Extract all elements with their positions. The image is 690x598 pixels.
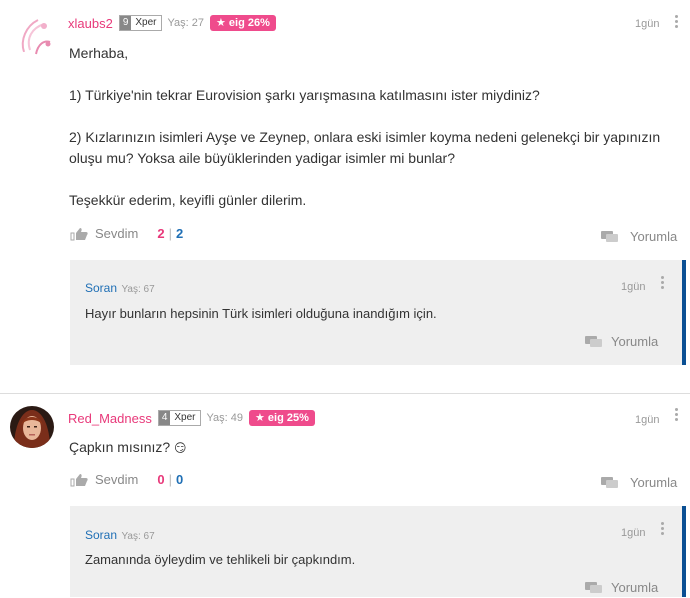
avatar-illustration: [21, 19, 51, 55]
username[interactable]: Red_Madness: [68, 411, 152, 426]
like-count: 0: [157, 472, 165, 487]
reply-author[interactable]: Soran: [85, 281, 117, 295]
like-area: Sevdim 0 | 0: [70, 472, 183, 487]
count-separator: |: [168, 472, 172, 487]
more-options-icon[interactable]: [661, 522, 665, 537]
post-header: Red_Madness 4 Xper Yaş: 49 ★ eig 25%: [68, 409, 315, 427]
like-count: 2: [157, 226, 165, 241]
thumbs-up-icon[interactable]: [70, 227, 90, 241]
reply-comment-button[interactable]: Yorumla: [584, 334, 658, 349]
smirk-emoji-icon: 😏: [174, 441, 187, 455]
post-time: 1gün: [635, 18, 660, 30]
comment-label: Yorumla: [611, 334, 659, 349]
comment-label: Yorumla: [611, 580, 659, 595]
comment-icon: [600, 230, 620, 244]
comment-button[interactable]: Yorumla: [600, 475, 677, 490]
comment-icon: [584, 335, 604, 349]
reply-text: Zamanında öyleydim ve tehlikeli bir çapk…: [85, 552, 356, 567]
avatar-red-madness[interactable]: [10, 406, 54, 448]
reply-author[interactable]: Soran: [85, 528, 117, 542]
like-area: Sevdim 2 | 2: [70, 226, 183, 241]
post-paragraph: Teşekkür ederim, keyifli günler dilerim.: [69, 192, 307, 208]
post-time: 1gün: [635, 414, 660, 426]
post-paragraph: Merhaba,: [69, 45, 129, 61]
post-paragraph: 1) Türkiye'nin tekrar Eurovision şarkı y…: [69, 87, 540, 103]
thumbs-up-icon[interactable]: [70, 473, 90, 487]
comment-label: Yorumla: [630, 229, 678, 244]
post-text-content: Çapkın mısınız?: [69, 439, 171, 455]
like-button[interactable]: Sevdim: [95, 226, 138, 241]
eig-badge: ★ eig 26%: [210, 15, 276, 31]
reply-comment-button[interactable]: Yorumla: [584, 580, 658, 595]
post-header: xlaubs2 9 Xper Yaş: 27 ★ eig 26%: [68, 14, 276, 32]
helpful-count: 0: [175, 472, 184, 487]
more-options-icon[interactable]: [661, 276, 665, 291]
comment-label: Yorumla: [630, 475, 678, 490]
reply-time: 1gün: [621, 527, 646, 539]
reply-author-age: Yaş: 67: [121, 284, 155, 295]
level-badge: 4 Xper: [157, 410, 201, 426]
like-button[interactable]: Sevdim: [95, 472, 138, 487]
user-age: Yaş: 49: [206, 412, 244, 424]
more-options-icon[interactable]: [675, 15, 679, 30]
user-age: Yaş: 27: [167, 17, 205, 29]
avatar-photo: [10, 406, 54, 448]
count-separator: |: [168, 226, 172, 241]
reply-header: Soran Yaş: 67: [85, 526, 155, 544]
reply-time: 1gün: [621, 281, 646, 293]
comment-icon: [584, 581, 604, 595]
eig-badge: ★ eig 25%: [249, 410, 315, 426]
avatar-xlaubs2[interactable]: [14, 12, 58, 56]
reply-header: Soran Yaş: 67: [85, 279, 155, 297]
more-options-icon[interactable]: [675, 408, 679, 423]
helpful-count: 2: [175, 226, 184, 241]
reply-author-age: Yaş: 67: [121, 531, 155, 542]
comment-icon: [600, 476, 620, 490]
username[interactable]: xlaubs2: [68, 16, 113, 31]
comment-button[interactable]: Yorumla: [600, 229, 677, 244]
post-text: Çapkın mısınız? 😏: [69, 437, 187, 459]
level-badge: 9 Xper: [118, 15, 162, 31]
post-divider: [0, 393, 690, 394]
post-paragraph: 2) Kızlarınızın isimleri Ayşe ve Zeynep,…: [69, 129, 661, 166]
reply-text: Hayır bunların hepsinin Türk isimleri ol…: [85, 306, 437, 321]
